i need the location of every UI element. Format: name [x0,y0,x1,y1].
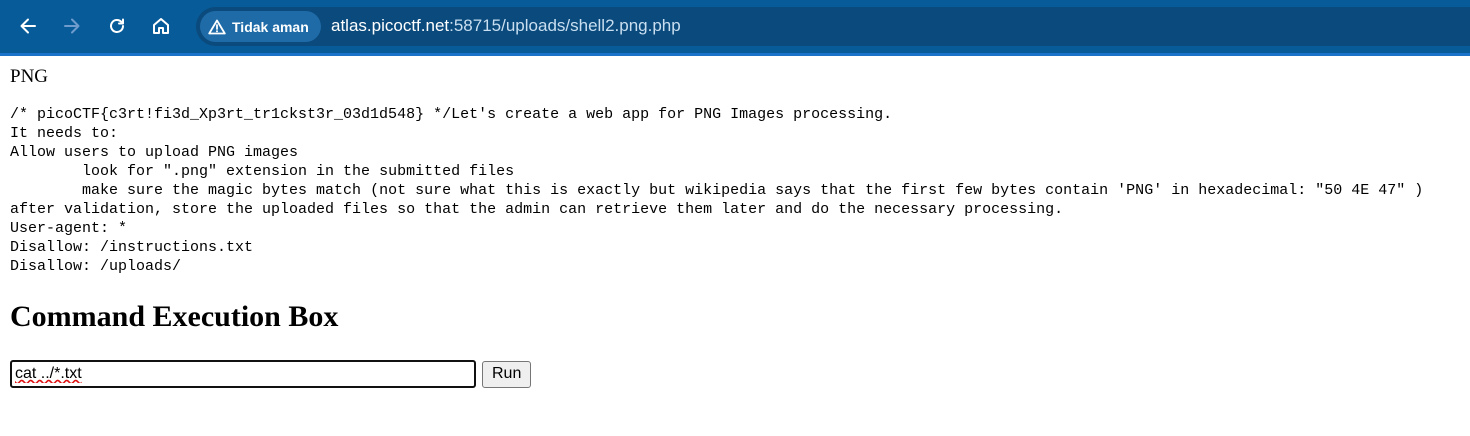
reload-button[interactable] [101,10,133,42]
reload-icon [110,18,124,33]
security-label: Tidak aman [232,18,309,35]
pre-line: look for ".png" extension in the submitt… [10,163,515,180]
page-title: Command Execution Box [10,300,339,333]
page-head-text: PNG [10,66,49,87]
home-icon [153,18,169,34]
run-button[interactable]: Run [482,360,532,388]
warning-triangle-icon [208,19,226,34]
browser-toolbar: Tidak aman atlas.picoctf.net:58715/uploa… [0,0,1470,56]
url-path: :58715/uploads/shell2.png.php [449,16,681,35]
url-host: atlas.picoctf.net [331,16,450,35]
pre-line: Disallow: /uploads/ [10,258,182,275]
url-text[interactable]: atlas.picoctf.net:58715/uploads/shell2.p… [331,16,681,36]
pre-line: after validation, store the uploaded fil… [10,201,1064,218]
response-text: /* picoCTF{c3rt!fi3d_Xp3rt_tr1ckst3r_03d… [10,105,1423,276]
address-bar[interactable]: Tidak aman atlas.picoctf.net:58715/uploa… [196,7,1470,46]
pre-line: User-agent: * [10,220,128,237]
forward-button[interactable] [56,10,88,42]
home-button[interactable] [145,10,177,42]
pre-line: It needs to: [10,125,119,142]
security-chip[interactable]: Tidak aman [200,11,321,42]
arrow-left-icon [20,18,36,34]
pre-line: make sure the magic bytes match (not sur… [10,182,1424,199]
pre-line: Allow users to upload PNG images [10,144,299,161]
pre-line: /* picoCTF{c3rt!fi3d_Xp3rt_tr1ckst3r_03d… [10,106,893,123]
command-form: Run [10,360,532,388]
command-input[interactable] [10,360,476,388]
arrow-right-icon [64,18,80,34]
pre-line: Disallow: /instructions.txt [10,239,254,256]
page-content: PNG /* picoCTF{c3rt!fi3d_Xp3rt_tr1ckst3r… [10,66,1423,276]
back-button[interactable] [12,10,44,42]
